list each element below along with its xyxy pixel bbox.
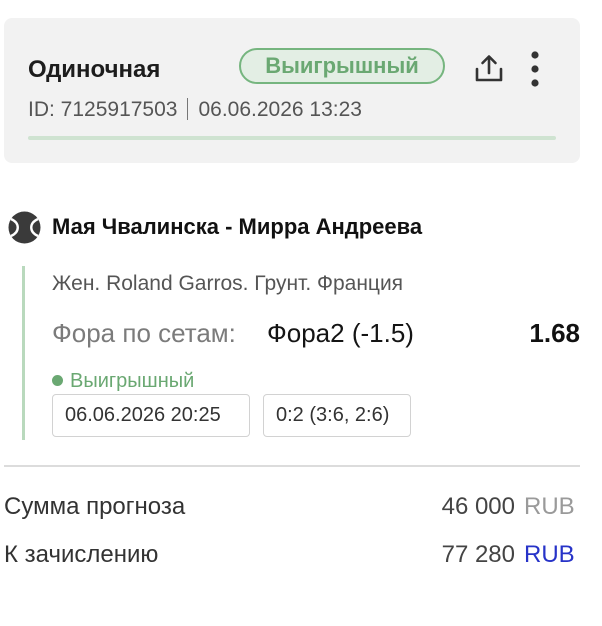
bet-progress-bar — [28, 136, 556, 140]
event-status-label: Выигрышный — [70, 370, 195, 392]
bet-header-card: Одиночная Выигрышный ID: 7125917503 06.06… — [4, 18, 580, 163]
event-start-datetime: 06.06.2026 20:25 — [52, 394, 250, 437]
event-title[interactable]: Мая Чвалинска - Мирра Андреева — [52, 214, 422, 240]
market-label: Фора по сетам: — [52, 318, 236, 348]
bet-type-title: Одиночная — [28, 56, 161, 83]
event-left-rule — [22, 266, 25, 440]
meta-divider — [187, 98, 189, 120]
bet-status-badge: Выигрышный — [239, 48, 445, 84]
event-score: 0:2 (3:6, 2:6) — [263, 394, 411, 437]
more-vertical-icon[interactable] — [524, 50, 546, 88]
share-icon[interactable] — [472, 52, 506, 86]
event-tournament: Жен. Roland Garros. Грунт. Франция — [52, 272, 404, 295]
bet-datetime: 06.06.2026 13:23 — [198, 98, 362, 121]
stake-label: Сумма прогноза — [4, 493, 186, 520]
event-status: Выигрышный — [52, 369, 194, 393]
payout-currency[interactable]: RUB — [524, 541, 575, 569]
odds-value: 1.68 — [529, 318, 580, 348]
bet-meta-line: ID: 7125917503 06.06.2026 13:23 — [28, 98, 362, 122]
market-outcome: Фора2 (-1.5) — [267, 318, 414, 348]
bet-id: ID: 7125917503 — [28, 98, 178, 121]
payout-label: К зачислению — [4, 541, 159, 568]
section-divider — [4, 465, 580, 467]
stake-currency: RUB — [524, 493, 575, 520]
payout-amount: 77 280 — [441, 541, 515, 568]
tennis-ball-icon — [8, 211, 41, 244]
stake-amount: 46 000 — [441, 493, 515, 520]
status-dot-icon — [52, 375, 63, 386]
